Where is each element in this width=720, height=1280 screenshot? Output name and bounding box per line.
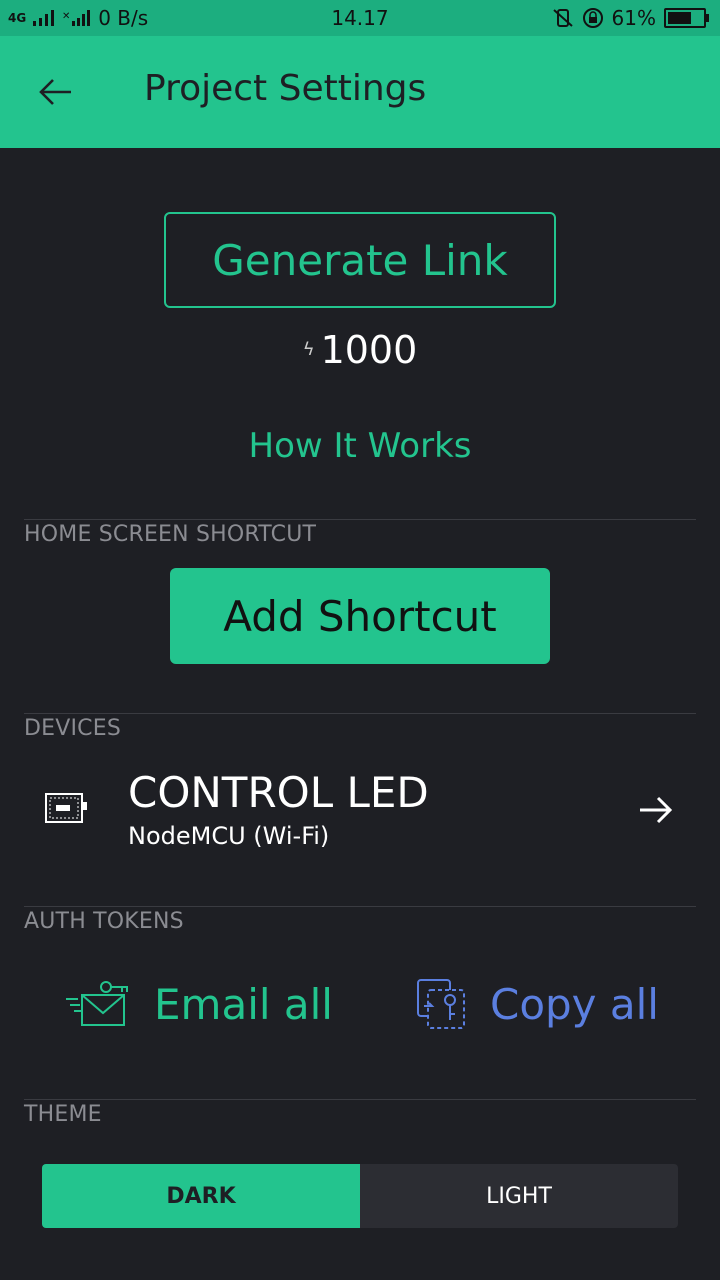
device-board-icon (45, 793, 87, 823)
page-title: Project Settings (144, 68, 427, 109)
section-auth-tokens: AUTH TOKENS (24, 909, 184, 934)
status-right: 61% (552, 6, 709, 30)
battery-icon (664, 8, 709, 28)
email-all-button[interactable]: Email all (64, 974, 333, 1034)
energy-bolt-icon: ϟ (302, 339, 315, 360)
energy-cost: ϟ 1000 (0, 328, 720, 372)
email-all-label: Email all (154, 979, 333, 1029)
status-bar: 4G ✕ 0 B/s 14.17 61% (0, 0, 720, 36)
theme-toggle: DARK LIGHT (42, 1164, 678, 1228)
device-name: CONTROL LED (128, 768, 429, 817)
email-key-icon (66, 981, 128, 1026)
back-arrow-icon (39, 79, 71, 105)
device-type: NodeMCU (Wi-Fi) (128, 822, 330, 850)
copy-key-icon (417, 979, 465, 1029)
theme-option-light[interactable]: LIGHT (360, 1164, 678, 1228)
copy-all-label: Copy all (490, 979, 659, 1029)
divider (24, 519, 696, 520)
copy-all-button[interactable]: Copy all (414, 974, 659, 1034)
add-shortcut-button[interactable]: Add Shortcut (170, 568, 550, 664)
energy-value: 1000 (320, 328, 418, 372)
section-home-shortcut: HOME SCREEN SHORTCUT (24, 522, 317, 547)
battery-percent: 61% (611, 6, 656, 30)
generate-link-button[interactable]: Generate Link (164, 212, 556, 308)
section-devices: DEVICES (24, 716, 122, 741)
theme-option-dark[interactable]: DARK (42, 1164, 360, 1228)
app-bar: Project Settings (0, 36, 720, 148)
divider (24, 1099, 696, 1100)
divider (24, 906, 696, 907)
divider (24, 713, 696, 714)
section-theme: THEME (24, 1102, 102, 1127)
back-button[interactable] (28, 64, 84, 120)
arrow-right-icon[interactable] (636, 790, 676, 830)
how-it-works-link[interactable]: How It Works (0, 426, 720, 466)
rotation-lock-icon (582, 8, 603, 28)
vibrate-off-icon (552, 9, 573, 27)
